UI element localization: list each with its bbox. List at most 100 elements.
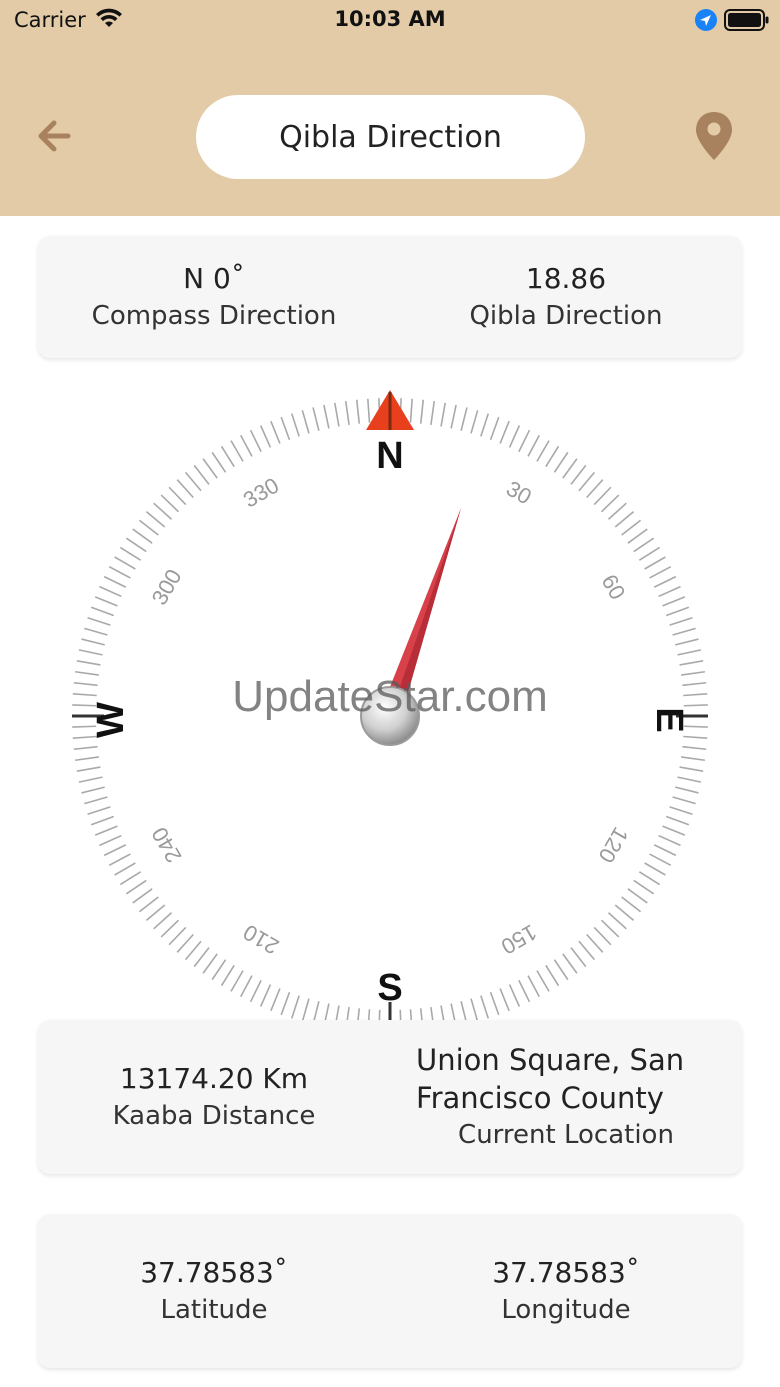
compass-tick	[638, 871, 661, 886]
compass-tick	[290, 995, 300, 1019]
compass-tick	[653, 575, 677, 588]
compass-tick	[323, 404, 330, 429]
compass-tick	[90, 815, 115, 826]
compass-tick	[103, 844, 127, 857]
compass-tick	[87, 616, 111, 626]
compass-tick	[649, 566, 672, 579]
degree-label-30: 30	[502, 476, 536, 510]
compass-tick	[76, 766, 101, 773]
compass-tick	[489, 416, 500, 441]
page-title: Qibla Direction	[196, 95, 585, 179]
compass-tick	[94, 825, 118, 836]
compass-tick	[90, 606, 115, 617]
compass-direction-label: Compass Direction	[91, 301, 337, 331]
compass-tick	[450, 404, 457, 429]
map-pin-icon	[696, 112, 732, 160]
compass-tick	[578, 471, 596, 492]
compass-tick	[665, 815, 690, 826]
degree-label-210: 210	[239, 919, 283, 959]
compass-tick	[78, 776, 103, 783]
degree-label-60: 60	[596, 570, 630, 604]
compass-tick	[679, 659, 704, 666]
cardinal-s: S	[377, 967, 402, 1009]
longitude-value: 37.78583˚	[492, 1256, 640, 1289]
compass-tick	[527, 975, 540, 998]
compass-tick	[677, 649, 702, 656]
compass-tick	[621, 896, 642, 913]
compass-tick	[644, 556, 666, 570]
compass-tick	[675, 638, 699, 646]
location-services-icon	[695, 9, 717, 31]
compass-tick	[633, 879, 655, 895]
compass-tick	[649, 853, 672, 866]
compass-tick	[108, 566, 131, 579]
compass-tick	[669, 616, 693, 626]
compass-tick	[593, 486, 612, 506]
compass-tick	[669, 806, 693, 816]
arrow-left-icon	[38, 120, 71, 152]
compass-tick	[160, 494, 180, 513]
compass-tick	[125, 879, 147, 895]
compass-tick	[103, 575, 127, 588]
status-bar: Carrier 10:03 AM	[0, 0, 780, 40]
compass-tick	[607, 912, 627, 930]
compass-tick	[633, 537, 655, 553]
current-location-value: Union Square, San Francisco County	[416, 1043, 685, 1115]
compass-direction-block: N 0˚ Compass Direction	[38, 236, 390, 358]
compass-tick	[333, 402, 340, 427]
coordinates-card: 37.78583˚ Latitude 37.78583˚ Longitude	[38, 1214, 742, 1368]
compass-tick	[627, 528, 648, 544]
compass-tick	[653, 844, 677, 857]
compass-tick	[290, 413, 300, 437]
compass-tick	[99, 834, 122, 847]
compass-tick	[367, 398, 371, 423]
compass-tick	[562, 953, 578, 974]
compass-tick	[658, 585, 681, 598]
compass-tick	[76, 659, 101, 666]
compass-tick	[553, 959, 569, 981]
compass-tick	[230, 440, 244, 462]
compass-tick	[508, 984, 521, 1007]
compass-tick	[578, 940, 596, 961]
compass-tick	[440, 402, 447, 427]
current-location-block: Union Square, San Francisco County Curre…	[390, 1020, 742, 1174]
compass-tick	[312, 407, 320, 431]
location-button[interactable]	[692, 110, 736, 164]
compass-tick	[607, 502, 627, 520]
compass-tick	[662, 596, 686, 607]
degree-label-150: 150	[497, 919, 541, 959]
compass-tick	[419, 399, 425, 424]
back-button[interactable]	[30, 112, 78, 160]
compass-tick	[119, 546, 142, 561]
latitude-block: 37.78583˚ Latitude	[38, 1214, 390, 1368]
compass-tick	[675, 786, 699, 794]
compass-tick	[662, 825, 686, 836]
compass-tick	[600, 919, 620, 938]
compass-tick	[153, 502, 173, 520]
compass-tick	[672, 627, 696, 636]
compass-tick	[470, 410, 479, 434]
compass-tick	[94, 596, 118, 607]
compass-tick	[73, 745, 98, 751]
compass-tick	[499, 988, 510, 1012]
compass-tick	[114, 556, 136, 570]
watermark: UpdateStar.com	[232, 672, 548, 721]
compass-tick	[145, 904, 166, 922]
qibla-direction-block: 18.86 Qibla Direction	[390, 236, 742, 358]
compass-tick	[168, 926, 187, 946]
compass-tick	[489, 991, 500, 1016]
compass-tick	[614, 904, 635, 922]
compass-tick	[114, 862, 136, 876]
compass-tick	[280, 991, 291, 1016]
compass-tick	[87, 806, 111, 816]
compass-tick	[301, 998, 310, 1022]
compass-tick	[99, 585, 122, 598]
compass-tick	[536, 440, 550, 462]
compass-tick	[621, 519, 642, 536]
compass-tick	[81, 638, 105, 646]
compass-tick	[138, 896, 159, 913]
compass-tick	[202, 458, 218, 479]
compass-tick	[220, 445, 235, 468]
distance-card: 13174.20 Km Kaaba Distance Union Square,…	[38, 1020, 742, 1174]
compass-tick	[184, 471, 202, 492]
